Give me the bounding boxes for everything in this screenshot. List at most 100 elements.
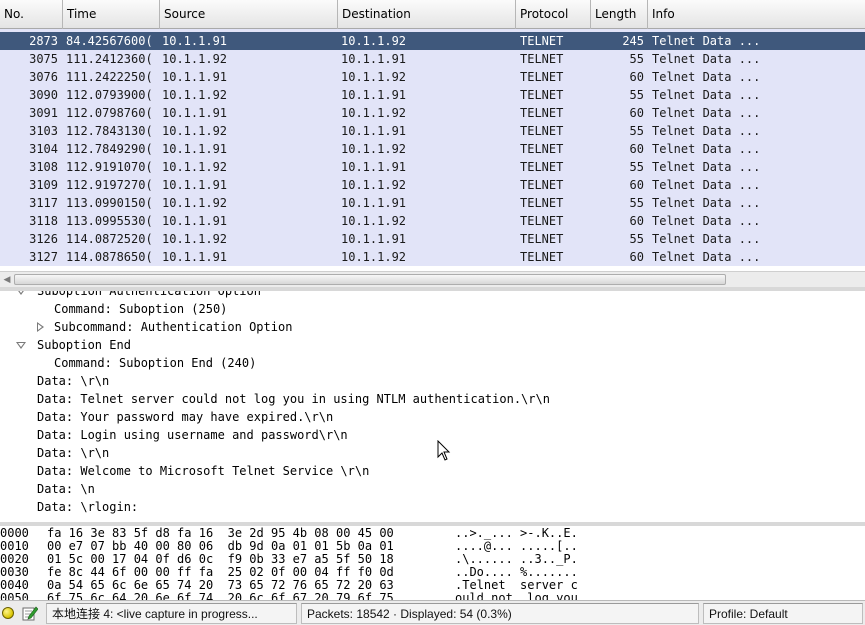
packet-length: 55 <box>629 160 644 174</box>
packet-source: 10.1.1.91 <box>162 142 228 156</box>
detail-tree-item[interactable]: Subcommand: Authentication Option <box>54 318 292 336</box>
packet-row[interactable]: 3118 113.0995530(10.1.1.91 10.1.1.92 TELNET… <box>0 212 865 230</box>
detail-tree-item[interactable]: Data: \r\n <box>37 372 109 390</box>
packet-length: 60 <box>629 70 644 84</box>
hex-ascii: ould not log you <box>455 591 578 601</box>
column-header-info[interactable]: Info <box>648 0 865 29</box>
packet-time: 112.0798760( <box>66 106 153 120</box>
packet-protocol: TELNET <box>520 160 564 174</box>
packet-source: 10.1.1.91 <box>162 106 228 120</box>
packet-destination: 10.1.1.92 <box>341 214 407 228</box>
detail-tree-item[interactable]: Suboption Authentication Option <box>37 291 261 300</box>
column-header-time[interactable]: Time <box>63 0 160 29</box>
scroll-left-icon[interactable]: ◀ <box>0 272 14 287</box>
packet-row[interactable]: 3109 112.9197270(10.1.1.91 10.1.1.92 TELNET… <box>0 176 865 194</box>
packet-time: 84.42567600( <box>66 34 153 48</box>
packet-list-rows[interactable]: 287284.42445800(10.1.1.9210.1.1.91TELNET… <box>0 22 865 271</box>
packet-row[interactable]: 3103 112.7843130(10.1.1.92 10.1.1.91 TELNET… <box>0 122 865 140</box>
detail-tree-item[interactable]: Data: \r\n <box>37 444 109 462</box>
column-header: No. Time Source Destination Protocol Len… <box>0 0 865 29</box>
packet-no: 3109 <box>29 178 58 192</box>
capture-status-text: 本地连接 4: <live capture in progress... <box>46 603 297 624</box>
packet-destination: 10.1.1.91 <box>341 232 407 246</box>
packet-protocol: TELNET <box>520 196 564 210</box>
packet-info: Telnet Data ... <box>652 52 761 66</box>
status-bar: 本地连接 4: <live capture in progress... Pac… <box>0 600 865 625</box>
packet-length: 60 <box>629 142 644 156</box>
detail-tree-item[interactable]: Command: Suboption End (240) <box>54 354 256 372</box>
packet-protocol: TELNET <box>520 142 564 156</box>
packet-source: 10.1.1.91 <box>162 34 228 48</box>
detail-tree-item[interactable]: Command: Suboption (250) <box>54 300 227 318</box>
packet-source: 10.1.1.91 <box>162 70 228 84</box>
packet-no: 3104 <box>29 142 58 156</box>
horizontal-scrollbar[interactable]: ◀ <box>0 271 865 287</box>
packet-info: Telnet Data ... <box>652 196 761 210</box>
tree-collapse-icon[interactable] <box>16 342 26 349</box>
packet-destination: 10.1.1.92 <box>341 106 407 120</box>
packet-length: 60 <box>629 214 644 228</box>
tree-collapse-icon[interactable] <box>16 291 26 295</box>
packet-details-pane[interactable]: Suboption Authentication Option Command: … <box>0 291 865 522</box>
packet-no: 2873 <box>29 34 58 48</box>
packet-row[interactable]: 3127 114.0878650(10.1.1.91 10.1.1.92 TELNET… <box>0 248 865 266</box>
packet-length: 60 <box>629 250 644 264</box>
packet-no: 3126 <box>29 232 58 246</box>
packet-time: 112.7843130( <box>66 124 153 138</box>
packet-row[interactable]: 3126 114.0872520(10.1.1.92 10.1.1.91 TELNET… <box>0 230 865 248</box>
detail-tree-item[interactable]: Data: \n <box>37 480 95 498</box>
packet-length: 55 <box>629 196 644 210</box>
packet-destination: 10.1.1.92 <box>341 142 407 156</box>
packet-protocol: TELNET <box>520 88 564 102</box>
packet-info: Telnet Data ... <box>652 178 761 192</box>
packet-protocol: TELNET <box>520 178 564 192</box>
column-header-destination[interactable]: Destination <box>338 0 516 29</box>
packet-source: 10.1.1.92 <box>162 124 228 138</box>
packet-protocol: TELNET <box>520 124 564 138</box>
packet-info: Telnet Data ... <box>652 214 761 228</box>
column-header-source[interactable]: Source <box>160 0 338 29</box>
capture-comment-edit-icon[interactable] <box>22 605 38 621</box>
packet-no: 3117 <box>29 196 58 210</box>
packet-row[interactable]: 3076 111.2422250(10.1.1.91 10.1.1.92 TELNET… <box>0 68 865 86</box>
packet-time: 112.9197270( <box>66 178 153 192</box>
packet-length: 55 <box>629 88 644 102</box>
detail-tree-item[interactable]: Data: Telnet server could not log you in… <box>37 390 550 408</box>
detail-tree-item[interactable]: Suboption End <box>37 336 131 354</box>
hex-bytes: 6f 75 6c 64 20 6e 6f 74 20 6c 6f 67 20 7… <box>47 591 394 601</box>
packet-no: 3108 <box>29 160 58 174</box>
scrollbar-thumb[interactable] <box>14 274 726 285</box>
packet-row[interactable]: 3075 111.2412360(10.1.1.92 10.1.1.91 TELNET… <box>0 50 865 68</box>
packet-time: 111.2412360( <box>66 52 153 66</box>
packet-row[interactable]: 3117 113.0990150(10.1.1.92 10.1.1.91 TELNET… <box>0 194 865 212</box>
detail-tree-item[interactable]: Data: \rlogin: <box>37 498 138 516</box>
packet-info: Telnet Data ... <box>652 250 761 264</box>
packet-info: Telnet Data ... <box>652 70 761 84</box>
packet-protocol: TELNET <box>520 214 564 228</box>
packet-source: 10.1.1.92 <box>162 232 228 246</box>
packet-protocol: TELNET <box>520 34 564 48</box>
detail-tree-item[interactable]: Data: Welcome to Microsoft Telnet Servic… <box>37 462 369 480</box>
packet-time: 112.9191070( <box>66 160 153 174</box>
packet-row[interactable]: 3091 112.0798760(10.1.1.91 10.1.1.92 TELNET… <box>0 104 865 122</box>
packet-source: 10.1.1.91 <box>162 214 228 228</box>
detail-tree-item[interactable]: Data: Your password may have expired.\r\… <box>37 408 333 426</box>
packet-row[interactable]: 3108 112.9191070(10.1.1.92 10.1.1.91 TELNET… <box>0 158 865 176</box>
column-header-length[interactable]: Length <box>591 0 648 29</box>
column-header-no[interactable]: No. <box>0 0 63 29</box>
packet-row-selected[interactable]: 2873 84.42567600(10.1.1.91 10.1.1.92 TELNET… <box>0 32 865 50</box>
packet-length: 55 <box>629 124 644 138</box>
packet-info: Telnet Data ... <box>652 142 761 156</box>
packet-row[interactable]: 3090 112.0793900(10.1.1.92 10.1.1.91 TELNET… <box>0 86 865 104</box>
packet-list-pane[interactable]: 287284.42445800(10.1.1.9210.1.1.91TELNET… <box>0 0 865 287</box>
packet-source: 10.1.1.91 <box>162 178 228 192</box>
packet-time: 113.0990150( <box>66 196 153 210</box>
column-header-protocol[interactable]: Protocol <box>516 0 591 29</box>
packet-row[interactable]: 3104 112.7849290(10.1.1.91 10.1.1.92 TELNET… <box>0 140 865 158</box>
packet-protocol: TELNET <box>520 106 564 120</box>
detail-tree-item[interactable]: Data: Login using username and password\… <box>37 426 348 444</box>
tree-expand-icon[interactable] <box>37 322 44 332</box>
packet-bytes-pane[interactable]: 0000 fa 16 3e 83 5f d8 fa 16 3e 2d 95 4b … <box>0 526 865 600</box>
profile-selector[interactable]: Profile: Default <box>703 603 863 624</box>
capture-status-led-icon[interactable] <box>2 607 14 619</box>
